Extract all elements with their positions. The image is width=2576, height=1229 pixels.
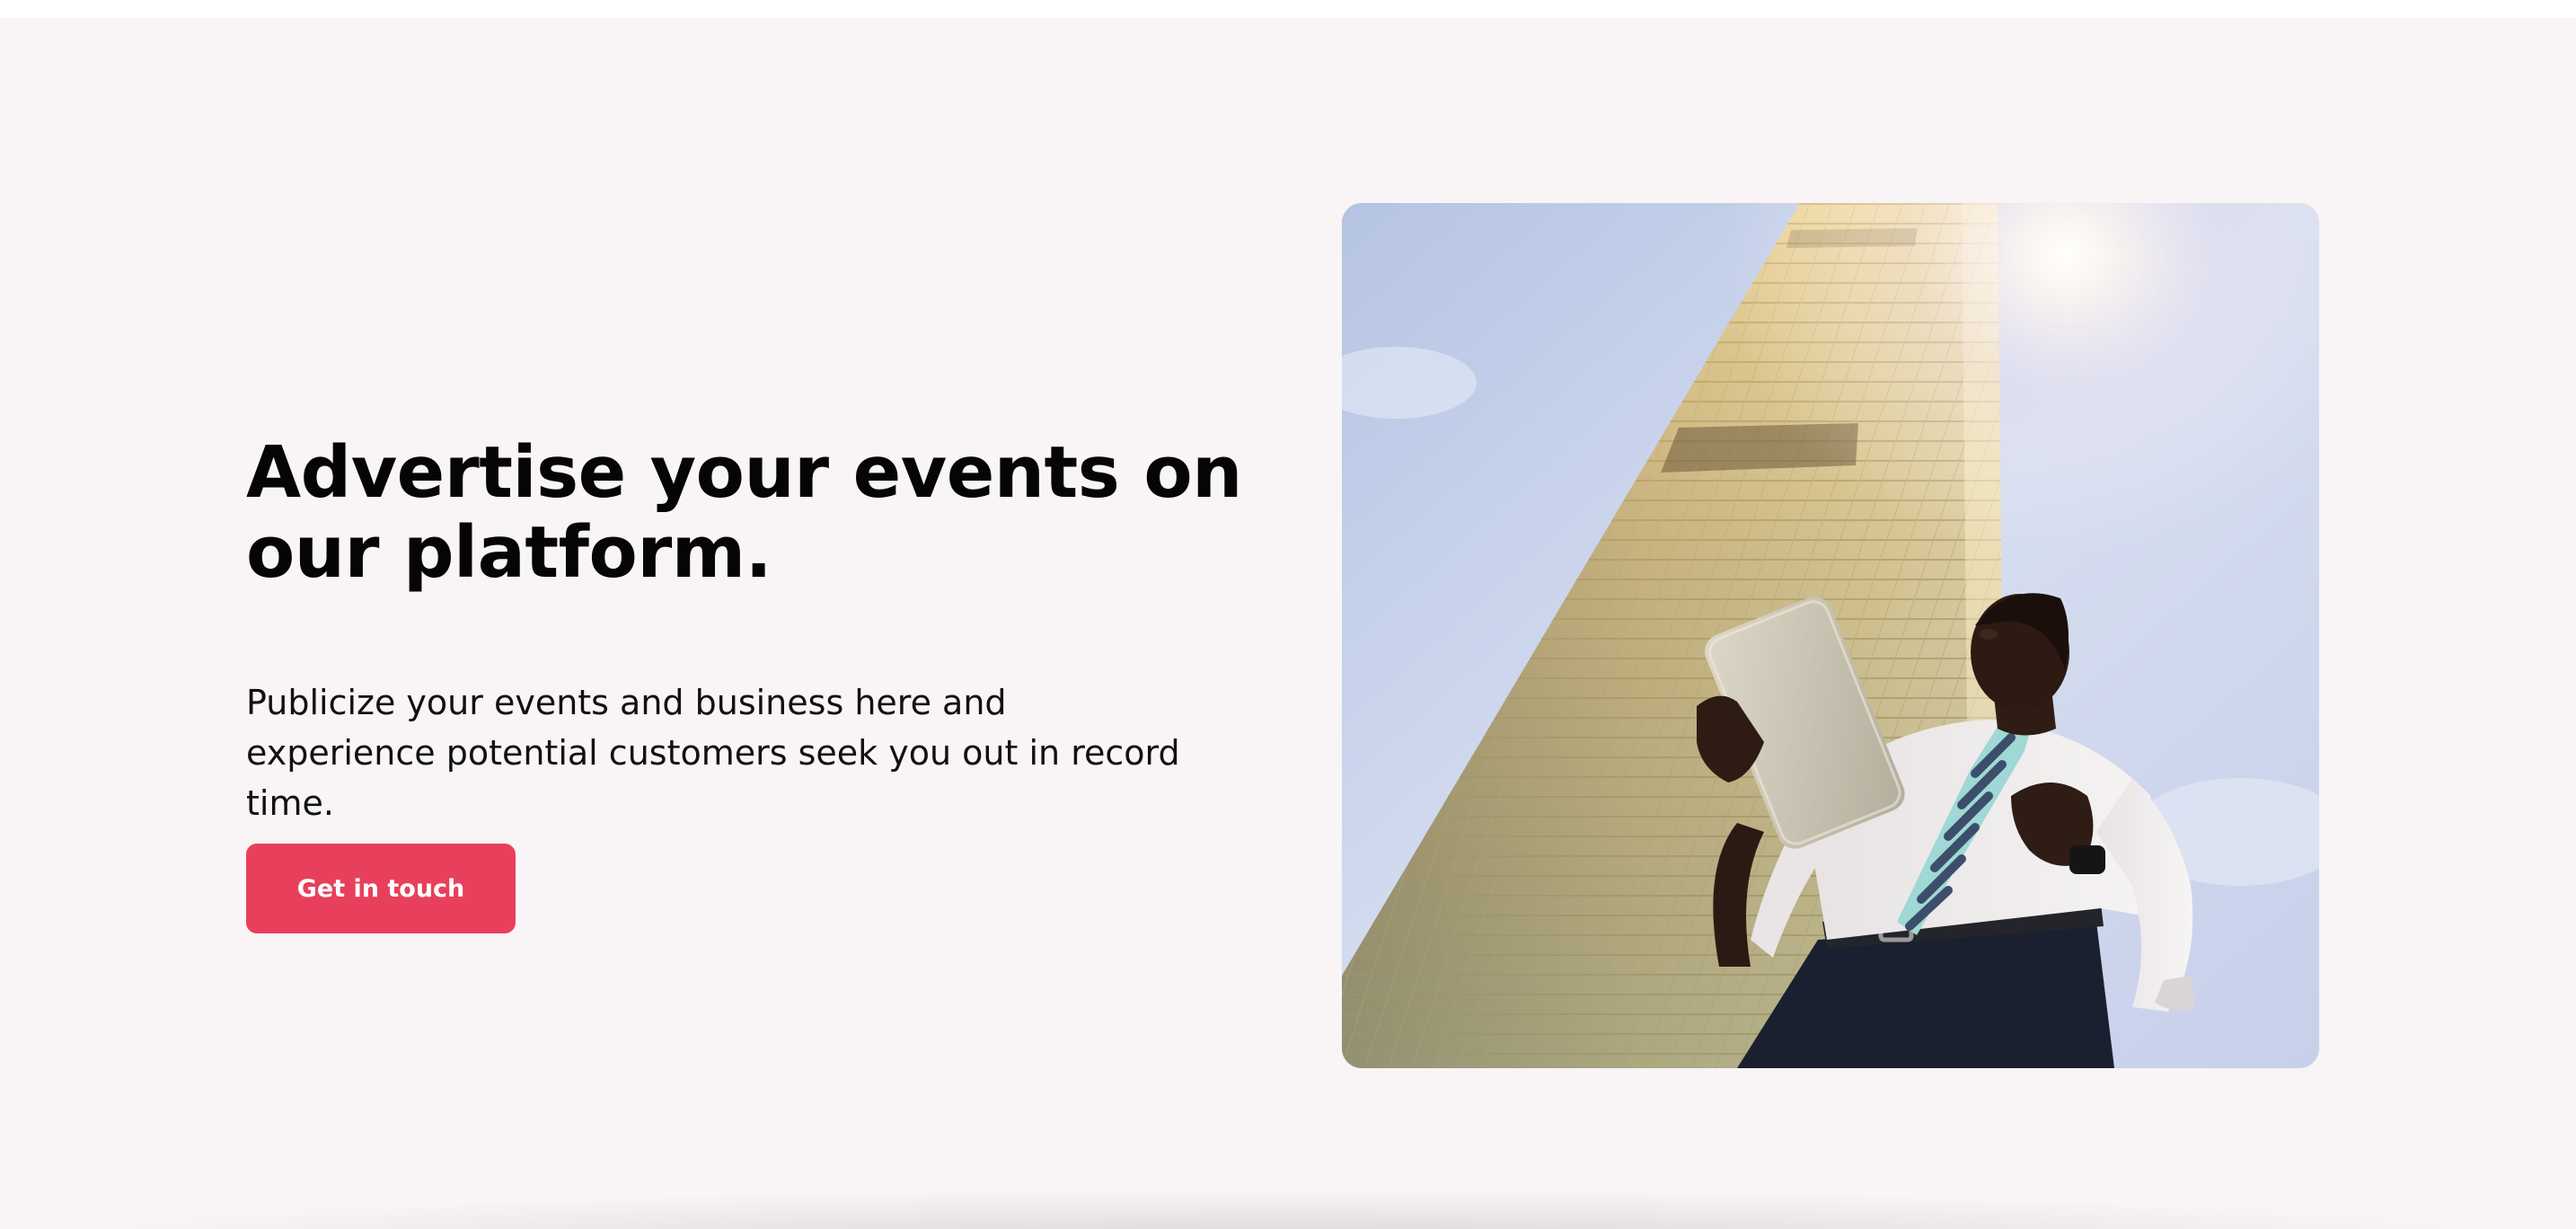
hero-section: Advertise your events on our platform. P… (0, 18, 2576, 1229)
get-in-touch-button[interactable]: Get in touch (246, 844, 516, 933)
hero-photo-illustration (1342, 203, 2319, 1068)
hero-image (1342, 203, 2319, 1068)
page: Advertise your events on our platform. P… (0, 0, 2576, 1229)
hero-text-block: Advertise your events on our platform. P… (246, 433, 1252, 828)
hero-subtitle: Publicize your events and business here … (246, 683, 1180, 823)
hero-title: Advertise your events on our platform. (246, 431, 1242, 594)
top-strip (0, 0, 2576, 18)
section-divider-shadow (90, 1191, 2486, 1229)
